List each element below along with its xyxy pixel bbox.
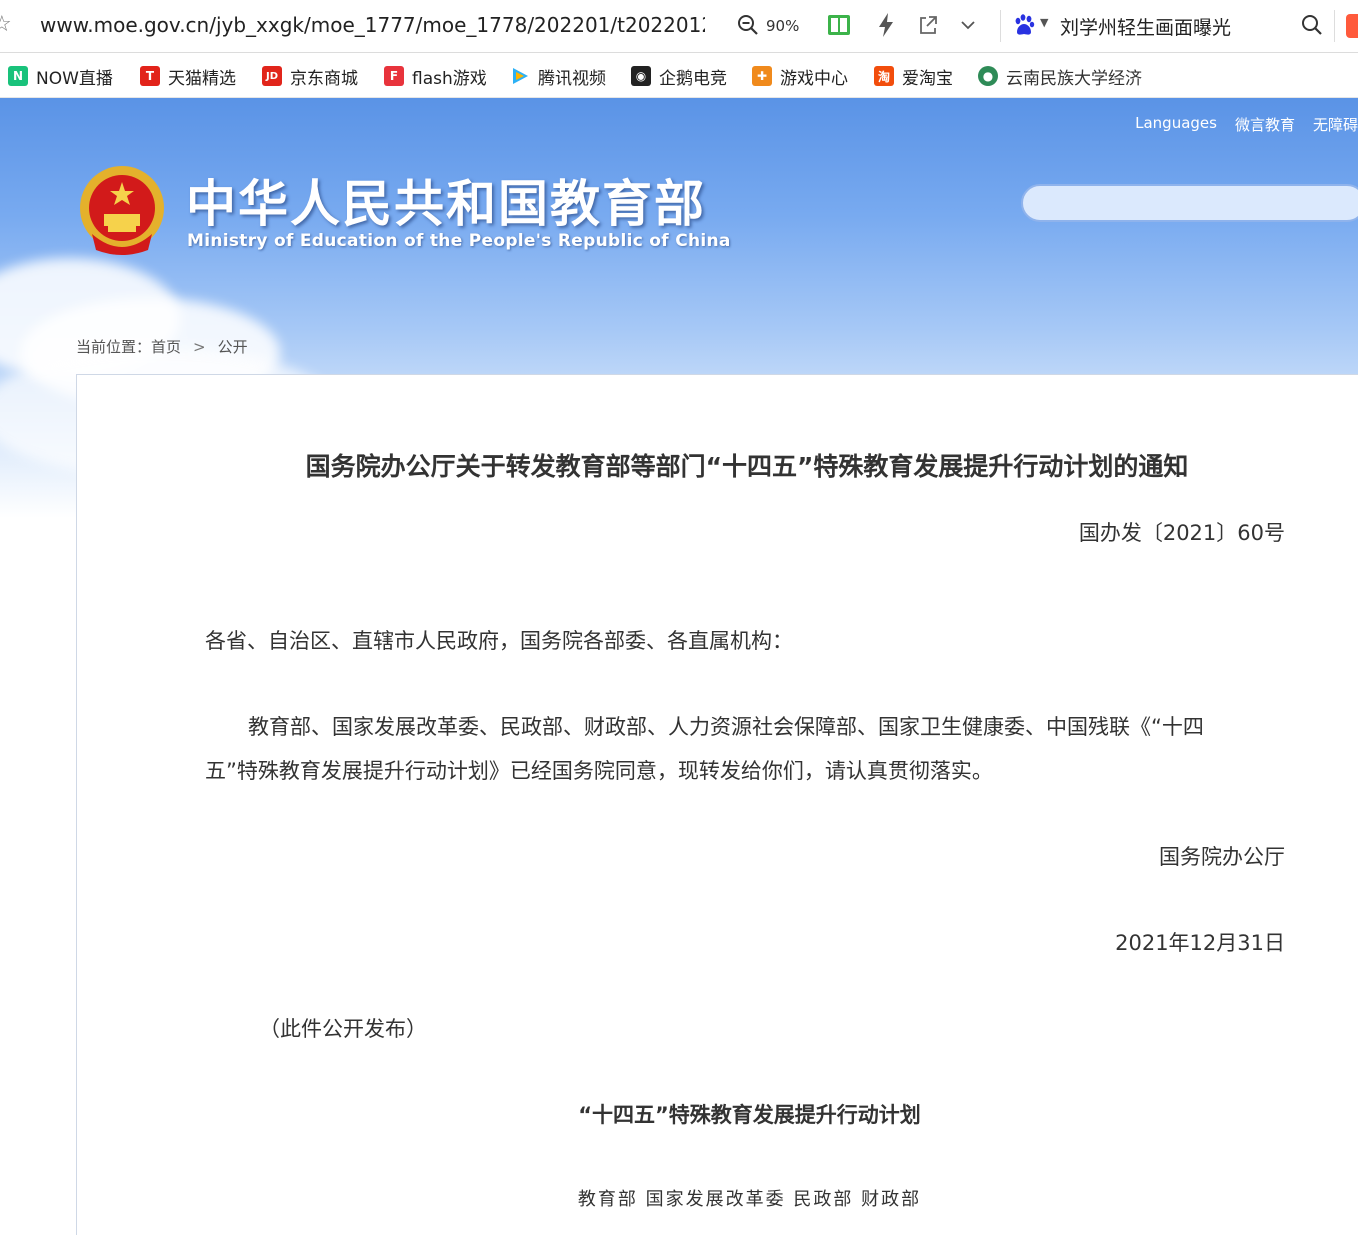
top-navigation: Languages 微言教育 无障碍 [1135, 114, 1358, 135]
plan-authors: 教育部 国家发展改革委 民政部 财政部 [577, 1189, 922, 1210]
bookmarks-bar: N NOW直播 T 天猫精选 JD 京东商城 F flash游戏 腾讯视频 ◉ … [0, 53, 1358, 98]
accessibility-link[interactable]: 无障碍 [1313, 114, 1358, 135]
favorite-star-icon[interactable]: ☆ [0, 12, 12, 37]
bookmark-label: 企鹅电竞 [659, 68, 727, 89]
extension-icon[interactable] [1346, 14, 1358, 38]
site-search-input[interactable] [1021, 184, 1358, 222]
browser-address-bar: ☆ www.moe.gov.cn/jyb_xxgk/moe_1777/moe_1… [0, 0, 1358, 53]
bookmark-label: NOW直播 [36, 68, 113, 89]
bookmark-now[interactable]: N NOW直播 [8, 64, 113, 89]
zoom-level[interactable]: 90% [766, 17, 799, 35]
addressee: 各省、自治区、直辖市人民政府，国务院各部委、各直属机构： [205, 629, 793, 653]
breadcrumb: 当前位置：首页 > 公开 [76, 336, 248, 357]
bookmark-penguin-esports[interactable]: ◉ 企鹅电竞 [631, 64, 727, 89]
bookmark-label: 天猫精选 [168, 68, 236, 89]
reader-mode-icon[interactable] [826, 12, 852, 38]
penguin-esports-icon: ◉ [631, 66, 651, 86]
bookmark-tmall[interactable]: T 天猫精选 [140, 64, 236, 89]
lightning-icon[interactable] [876, 12, 896, 38]
breadcrumb-prefix: 当前位置： [76, 338, 152, 356]
breadcrumb-home[interactable]: 首页 [151, 338, 181, 356]
bookmark-label: 爱淘宝 [902, 68, 953, 89]
article-title: 国务院办公厅关于转发教育部等部门“十四五”特殊教育发展提升行动计划的通知 [305, 452, 1189, 481]
publish-note: （此件公开发布） [259, 1017, 427, 1041]
breadcrumb-separator: > [193, 338, 206, 356]
weiyan-education-link[interactable]: 微言教育 [1235, 114, 1295, 135]
zoom-icon[interactable] [736, 13, 760, 37]
bookmark-label: flash游戏 [412, 68, 487, 89]
body-paragraph: 教育部、国家发展改革委、民政部、财政部、人力资源社会保障部、国家卫生健康委、中国… [205, 715, 1204, 783]
bookmark-label: 腾讯视频 [538, 68, 606, 89]
document-number: 国办发〔2021〕60号 [1078, 521, 1285, 545]
search-icon[interactable] [1300, 13, 1324, 37]
bookmark-game-center[interactable]: ✚ 游戏中心 [752, 64, 848, 89]
toolbar-divider [1334, 10, 1335, 42]
issuing-office: 国务院办公厅 [1159, 845, 1285, 869]
bookmark-taobao[interactable]: 淘 爱淘宝 [874, 64, 953, 89]
chevron-down-icon[interactable] [958, 15, 978, 35]
jd-icon: JD [262, 66, 282, 86]
search-engine-caret-icon[interactable]: ▼ [1040, 16, 1048, 29]
bookmark-label: 京东商城 [290, 68, 358, 89]
university-icon: ● [978, 66, 998, 86]
bookmark-flash-games[interactable]: F flash游戏 [384, 64, 487, 89]
national-emblem-icon [80, 166, 164, 255]
taobao-icon: 淘 [874, 66, 894, 86]
site-subtitle: Ministry of Education of the People's Re… [187, 231, 731, 251]
flash-game-icon: F [384, 66, 404, 86]
game-center-icon: ✚ [752, 66, 772, 86]
bookmark-label: 云南民族大学经济 [1006, 68, 1142, 89]
languages-link[interactable]: Languages [1135, 114, 1217, 135]
bookmark-tencent-video[interactable]: 腾讯视频 [510, 64, 606, 89]
article-content: 国务院办公厅关于转发教育部等部门“十四五”特殊教育发展提升行动计划的通知 国办发… [76, 374, 1358, 1235]
hot-search-text[interactable]: 刘学州轻生画面曝光 [1060, 13, 1231, 40]
plan-title: “十四五”特殊教育发展提升行动计划 [578, 1103, 921, 1127]
url-field[interactable]: www.moe.gov.cn/jyb_xxgk/moe_1777/moe_177… [40, 13, 705, 39]
bookmark-jd[interactable]: JD 京东商城 [262, 64, 358, 89]
issue-date: 2021年12月31日 [1115, 931, 1285, 955]
toolbar-divider [1000, 10, 1001, 42]
bookmark-university[interactable]: ● 云南民族大学经济 [978, 64, 1142, 89]
breadcrumb-current[interactable]: 公开 [218, 338, 248, 356]
tencent-video-icon [510, 66, 530, 86]
bookmark-label: 游戏中心 [780, 68, 848, 89]
site-title[interactable]: 中华人民共和国教育部 [186, 164, 706, 236]
baidu-paw-icon[interactable] [1012, 13, 1036, 37]
share-icon[interactable] [916, 13, 940, 37]
tmall-icon: T [140, 66, 160, 86]
now-icon: N [8, 66, 28, 86]
